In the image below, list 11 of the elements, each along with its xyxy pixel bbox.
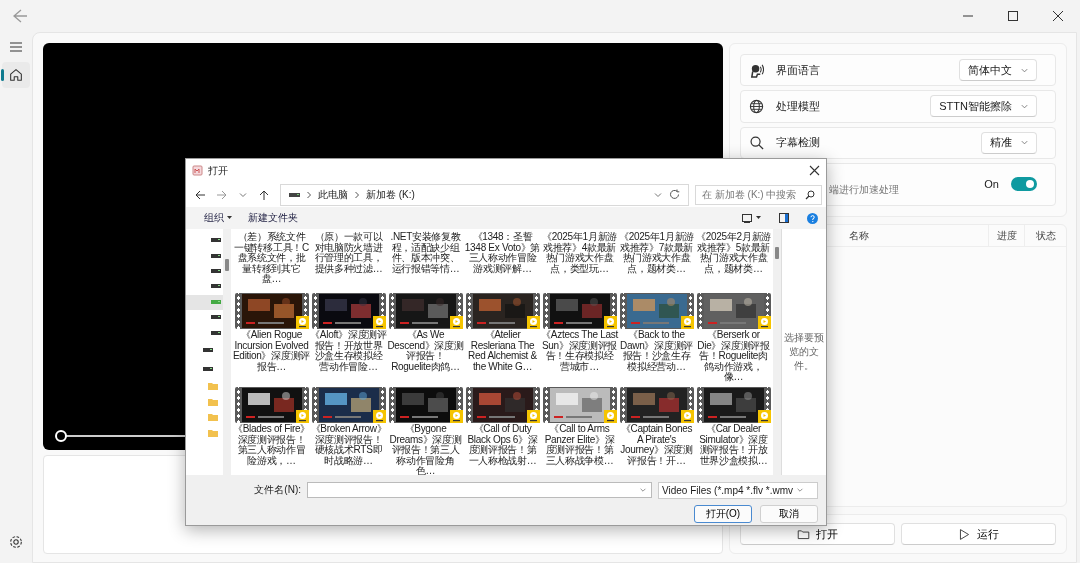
setting-label: 界面语言 <box>776 62 821 78</box>
column-header: 进度 <box>996 230 1017 241</box>
toggle-state-label: On <box>984 178 999 191</box>
column-header: 名称 <box>849 230 869 241</box>
column-header: 状态 <box>1035 230 1056 241</box>
setting-label: 字幕检测 <box>776 135 821 151</box>
setting-label: 处理模型 <box>776 98 821 114</box>
preview-hint: 选择要预览的文件。 <box>781 229 826 475</box>
filename-label: 文件名(N): <box>253 483 301 497</box>
dialog-title: 打开 <box>208 163 229 178</box>
setting-description: 端进行加速处理 <box>829 183 900 198</box>
